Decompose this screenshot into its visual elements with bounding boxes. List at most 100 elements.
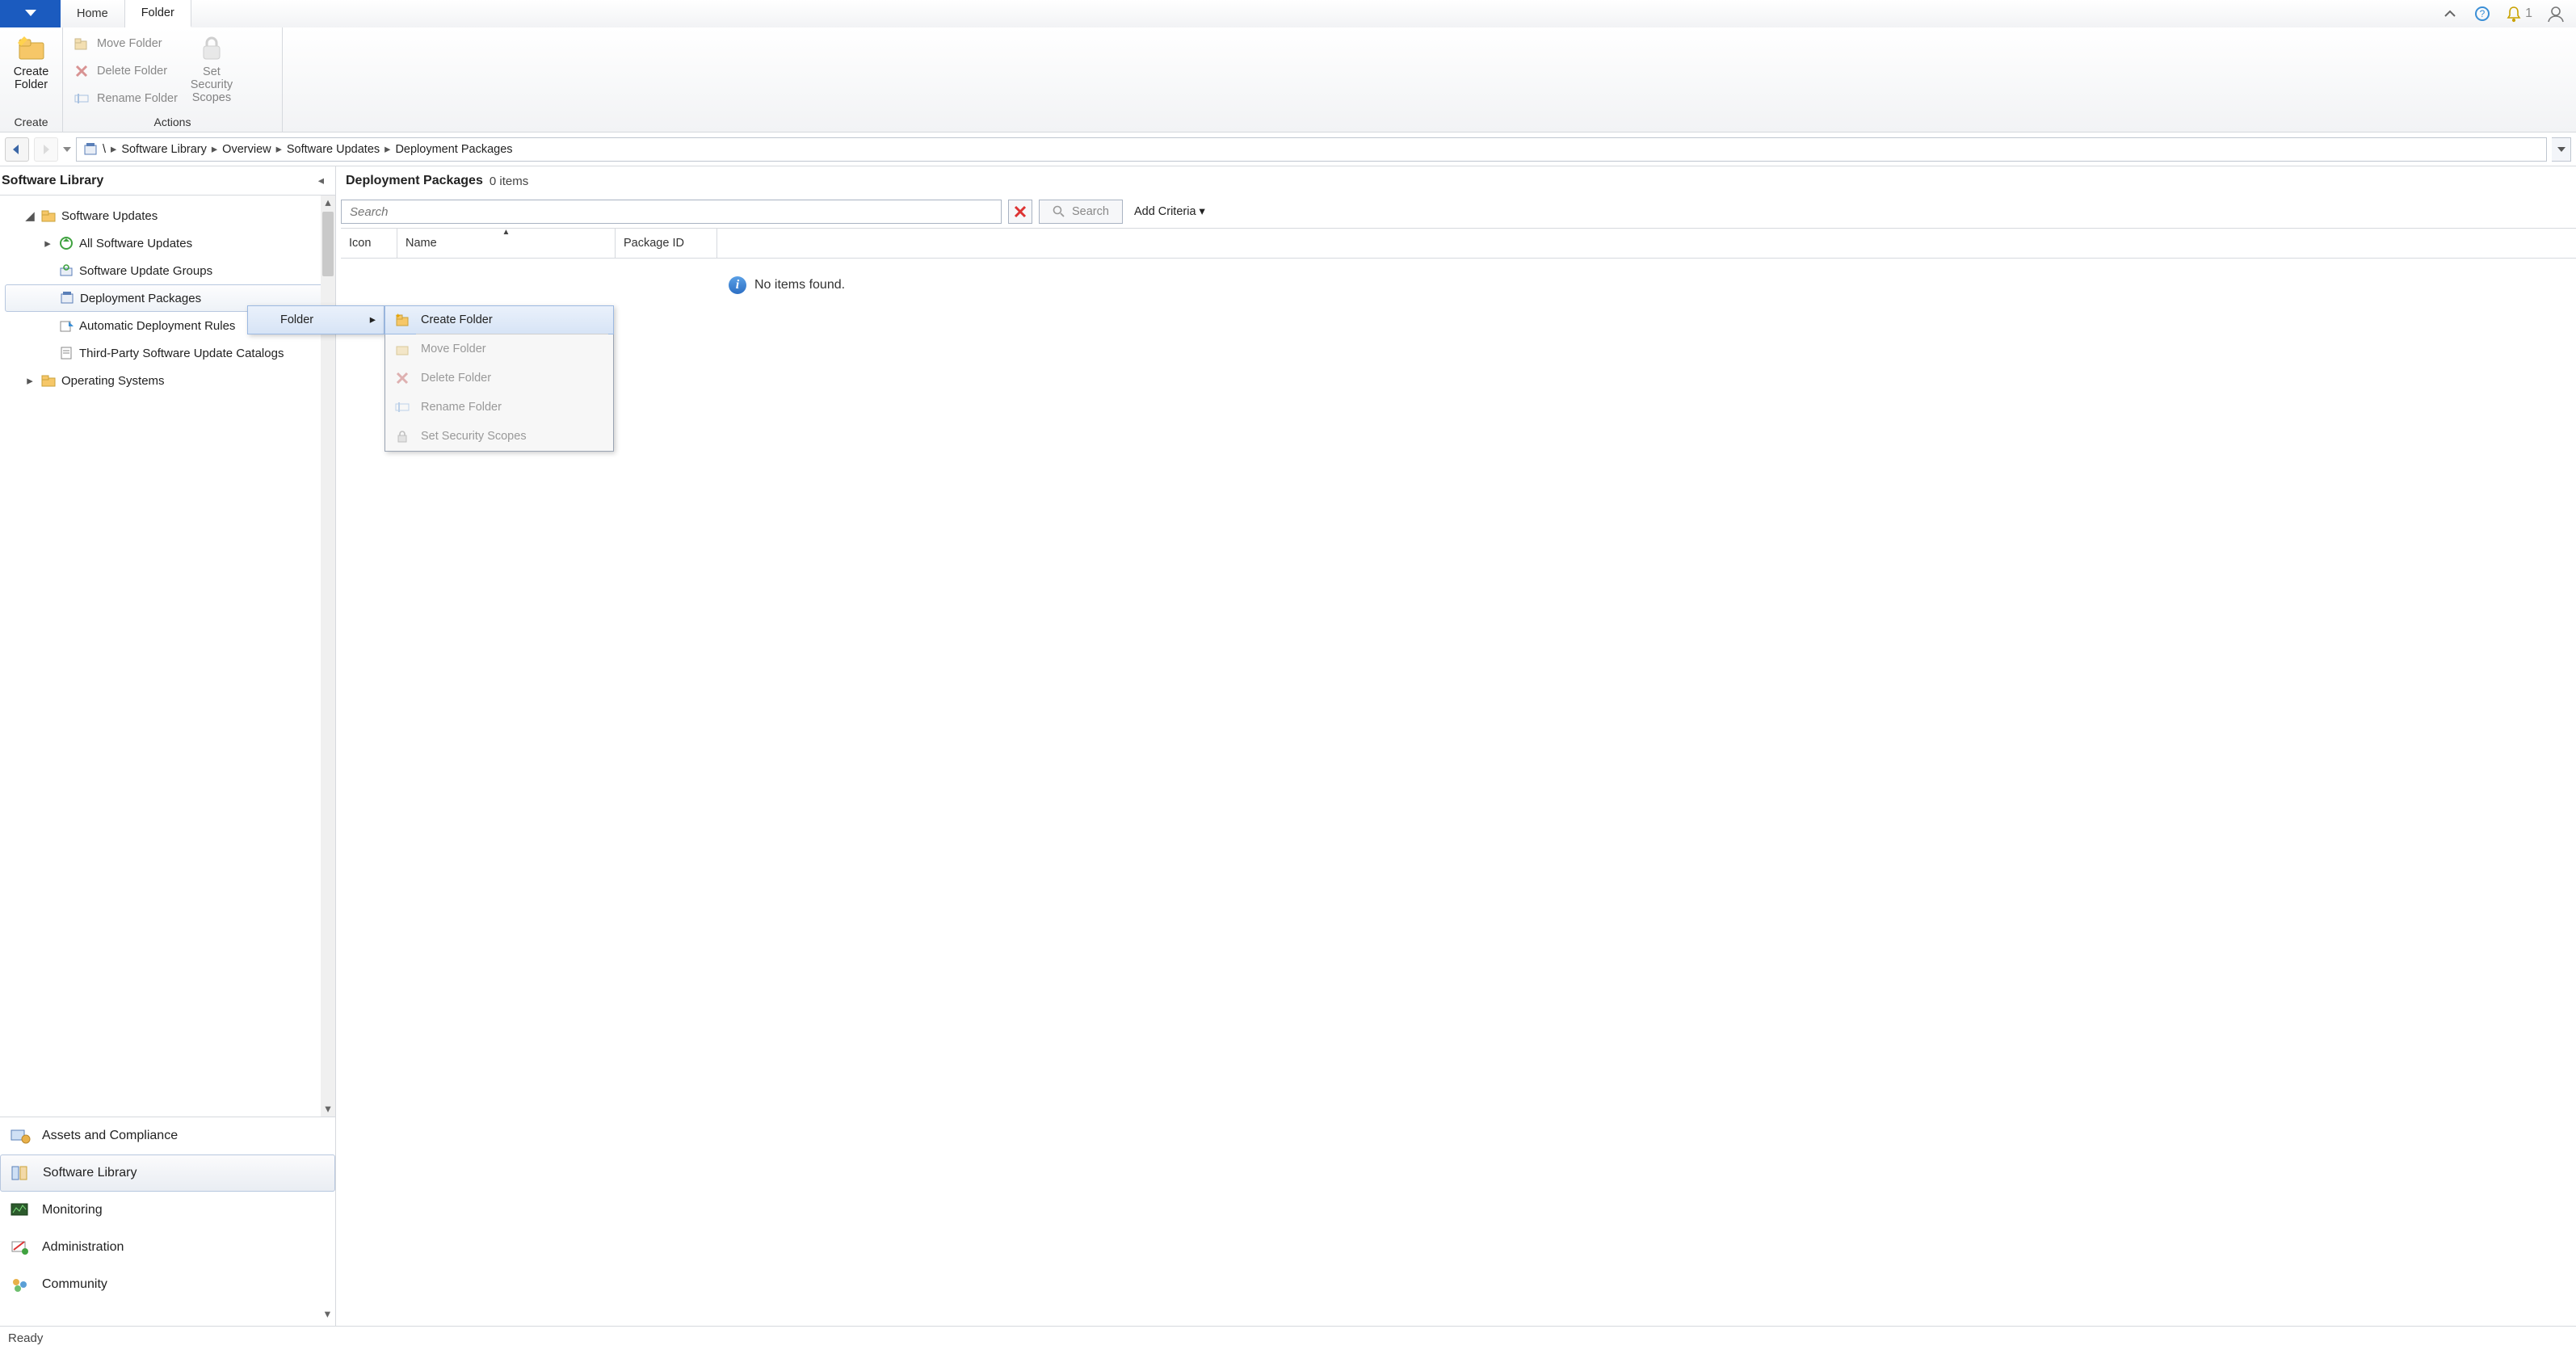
breadcrumb-item-0[interactable]: \ [103,143,106,156]
tree-label: Operating Systems [61,374,165,388]
assets-icon [8,1126,32,1146]
tree-node-software-updates[interactable]: ◢ Software Updates [5,202,332,229]
tree-node-operating-systems[interactable]: ▸ Operating Systems [5,367,332,394]
ctx-create-folder[interactable]: ✦ Create Folder [385,305,614,334]
tree-label: Deployment Packages [80,292,201,305]
content-header: Deployment Packages 0 items [341,166,2576,196]
nav-forward-button[interactable] [34,137,58,162]
notification-bell[interactable]: 1 [2506,5,2532,23]
wunderbar-community[interactable]: Community [0,1266,335,1303]
monitoring-icon [8,1201,32,1220]
search-icon [1053,205,1065,218]
set-security-scopes-button[interactable]: Set Security Scopes [186,32,237,105]
add-criteria-label: Add Criteria [1134,205,1196,218]
breadcrumb-item-3[interactable]: Software Updates [287,143,380,156]
ctx-delete-folder[interactable]: Delete Folder [385,364,613,393]
delete-folder-button[interactable]: Delete Folder [73,60,178,82]
wunderbar-label: Software Library [43,1166,137,1180]
col-name-label: Name [406,237,437,250]
wunderbar-overflow[interactable]: ▾ [0,1303,335,1326]
scroll-thumb[interactable] [322,212,334,276]
ribbon-group-actions-label: Actions [63,114,282,132]
ctx-label: Move Folder [421,343,486,355]
rename-icon [393,398,411,416]
ctx-security-scopes[interactable]: Set Security Scopes [385,422,613,451]
ctx-move-folder[interactable]: Move Folder [385,334,613,364]
wunderbar-assets[interactable]: Assets and Compliance [0,1117,335,1154]
package-icon [59,290,75,306]
delete-folder-label: Delete Folder [97,65,167,78]
breadcrumb-sep: ▸ [276,143,282,156]
help-icon[interactable]: ? [2473,5,2491,23]
breadcrumb-dropdown[interactable] [2552,137,2571,162]
chevron-down-icon: ▾ [1200,205,1205,218]
ribbon: Create Folder Create Move Folder Delete … [0,27,2576,132]
rename-folder-button[interactable]: Rename Folder [73,87,178,110]
ctx-rename-folder[interactable]: Rename Folder [385,393,613,422]
tree-label: Automatic Deployment Rules [79,319,235,333]
grid-header: Icon Name ▲ Package ID [341,228,2576,259]
collapse-ribbon-icon[interactable] [2441,5,2459,23]
navbar: \ ▸ Software Library ▸ Overview ▸ Softwa… [0,132,2576,166]
expand-icon[interactable]: ▸ [24,373,36,388]
create-folder-label: Create Folder [14,66,49,92]
breadcrumb[interactable]: \ ▸ Software Library ▸ Overview ▸ Softwa… [76,137,2547,162]
tree-label: All Software Updates [79,237,192,250]
col-name[interactable]: Name ▲ [397,229,616,258]
svg-text:?: ? [2480,8,2486,19]
title-right-controls: ? 1 [2441,0,2576,27]
search-button-label: Search [1072,205,1109,218]
wunderbar-software-library[interactable]: Software Library [0,1154,335,1192]
nav-back-button[interactable] [5,137,29,162]
nav-history-dropdown[interactable] [63,145,71,154]
empty-state: i No items found. [729,276,845,294]
notification-count: 1 [2525,6,2532,21]
breadcrumb-item-2[interactable]: Overview [222,143,271,156]
submenu-arrow-icon: ▸ [370,313,376,326]
search-button[interactable]: Search [1039,200,1123,224]
breadcrumb-item-1[interactable]: Software Library [121,143,207,156]
file-tab[interactable] [0,0,61,27]
folder-new-icon [15,32,48,65]
wunderbar-label: Community [42,1277,107,1292]
add-criteria-button[interactable]: Add Criteria ▾ [1129,205,1210,218]
tab-folder[interactable]: Folder [125,0,191,27]
tree-node-thirdparty[interactable]: Third-Party Software Update Catalogs [5,339,332,367]
breadcrumb-item-4[interactable]: Deployment Packages [395,143,512,156]
update-groups-icon [58,263,74,279]
info-icon: i [729,276,746,294]
scroll-up-icon[interactable]: ▴ [321,196,335,210]
scroll-down-icon[interactable]: ▾ [321,1102,335,1117]
collapse-icon[interactable]: ◢ [24,208,36,223]
catalog-icon [58,345,74,361]
folder-icon [40,208,57,224]
tab-home[interactable]: Home [61,0,125,27]
move-folder-button[interactable]: Move Folder [73,32,178,55]
ctx-folder-item[interactable]: Folder ▸ [247,305,385,334]
tree-label: Software Updates [61,209,158,223]
content-count: 0 items [490,175,528,188]
content-title: Deployment Packages [346,174,483,188]
search-input[interactable] [341,200,1002,224]
breadcrumb-root-icon[interactable] [83,142,98,157]
tree-node-update-groups[interactable]: Software Update Groups [5,257,332,284]
collapse-sidebar-icon[interactable]: ◂ [315,175,327,187]
status-text: Ready [8,1331,43,1345]
expand-icon[interactable]: ▸ [42,236,53,250]
clear-search-button[interactable] [1008,200,1032,224]
rename-icon [73,90,90,107]
wunderbar-administration[interactable]: Administration [0,1229,335,1266]
ctx-folder-label: Folder [280,313,313,326]
create-folder-button[interactable]: Create Folder [10,32,53,92]
tree-node-all-updates[interactable]: ▸ All Software Updates [5,229,332,257]
col-icon[interactable]: Icon [341,229,397,258]
library-icon [9,1163,33,1183]
folder-move-icon [73,35,90,53]
user-icon[interactable] [2547,5,2565,23]
breadcrumb-sep: ▸ [111,143,116,156]
wunderbar-monitoring[interactable]: Monitoring [0,1192,335,1229]
folder-move-icon [393,340,411,358]
col-spacer [717,229,2576,258]
breadcrumb-sep: ▸ [385,143,390,156]
col-pkgid[interactable]: Package ID [616,229,717,258]
